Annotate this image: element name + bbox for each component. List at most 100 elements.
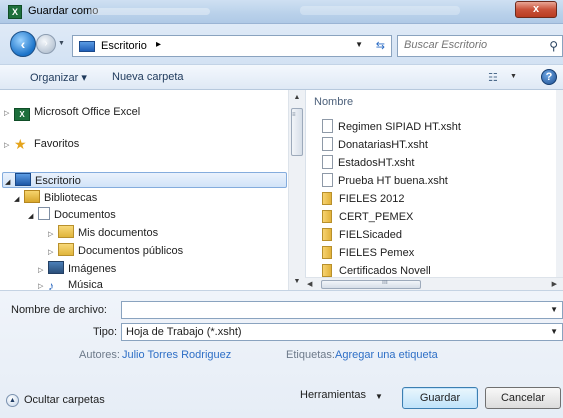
nav-item-desktop[interactable]: ◢ Escritorio	[2, 172, 287, 188]
list-item[interactable]: DonatariasHT.xsht	[322, 137, 428, 154]
organize-button[interactable]: Organizar ▾	[30, 71, 87, 84]
nav-item-images[interactable]: ▷ Imágenes	[38, 261, 116, 277]
nav-item-my-documents[interactable]: ▷ Mis documentos	[48, 225, 158, 241]
file-icon	[322, 155, 333, 169]
refresh-icon[interactable]: ⇆	[376, 39, 385, 52]
chevron-down-icon[interactable]: ▼	[550, 305, 558, 314]
list-item[interactable]: FIELES 2012	[322, 191, 404, 208]
filename-input[interactable]	[125, 303, 545, 315]
folder-icon	[322, 210, 332, 223]
file-icon	[322, 137, 333, 151]
collapse-arrow-icon[interactable]: ◢	[28, 209, 38, 225]
view-options-icon[interactable]: ☷	[488, 71, 498, 84]
chevron-down-icon[interactable]: ▼	[375, 392, 383, 401]
star-icon: ★	[14, 136, 27, 152]
folder-icon	[58, 243, 74, 256]
desktop-icon	[15, 173, 31, 186]
back-button[interactable]: ‹	[10, 31, 36, 57]
expand-arrow-icon[interactable]: ▷	[4, 138, 14, 154]
title-bar-blur	[90, 8, 210, 15]
scroll-up-icon[interactable]: ▲	[289, 90, 305, 106]
horizontal-scrollbar[interactable]: ◀ ııı ▶	[305, 277, 563, 290]
file-name: EstadosHT.xsht	[338, 157, 415, 169]
nav-item-libraries[interactable]: ◢ Bibliotecas	[14, 190, 97, 206]
search-input[interactable]	[404, 39, 534, 51]
folder-name: Certificados Novell	[339, 265, 431, 277]
collapse-up-icon[interactable]: ▲	[6, 394, 19, 407]
expand-arrow-icon[interactable]: ▷	[4, 106, 14, 122]
scroll-down-icon[interactable]: ▼	[289, 274, 305, 290]
file-pane: Nombre Regimen SIPIAD HT.xsht Donatarias…	[305, 90, 563, 277]
forward-button[interactable]: ›	[36, 34, 56, 54]
type-value: Hoja de Trabajo (*.xsht)	[126, 326, 242, 338]
file-pane-scrollbar[interactable]	[556, 90, 563, 277]
nav-item-label: Imágenes	[68, 263, 117, 275]
file-name: Prueba HT buena.xsht	[338, 175, 448, 187]
list-item[interactable]: FIELSicaded	[322, 227, 402, 244]
tags-label: Etiquetas:	[286, 349, 335, 361]
save-form: Nombre de archivo: ▼ Tipo: Hoja de Traba…	[0, 290, 563, 418]
folder-name: FIELSicaded	[339, 229, 402, 241]
scrollbar-thumb[interactable]: ııı	[321, 279, 421, 289]
folder-icon	[322, 246, 332, 259]
view-dropdown-icon[interactable]: ▼	[510, 73, 517, 80]
filename-field[interactable]: ▼	[121, 301, 563, 319]
folder-icon	[322, 192, 332, 205]
column-header-name[interactable]: Nombre	[314, 96, 353, 108]
window-title: Guardar como	[28, 5, 99, 17]
collapse-arrow-icon[interactable]: ◢	[5, 175, 15, 191]
file-icon	[322, 119, 333, 133]
type-select[interactable]: Hoja de Trabajo (*.xsht) ▼	[121, 323, 563, 341]
hide-folders-button[interactable]: Ocultar carpetas	[24, 394, 105, 406]
desktop-folder-icon	[79, 41, 95, 52]
filename-label: Nombre de archivo:	[11, 304, 107, 316]
folder-name: CERT_PEMEX	[339, 211, 414, 223]
nav-item-label: Documentos públicos	[78, 245, 184, 257]
list-item[interactable]: Prueba HT buena.xsht	[322, 173, 448, 190]
search-box[interactable]: ⚲	[397, 35, 563, 57]
folder-icon	[322, 228, 332, 241]
search-icon[interactable]: ⚲	[549, 39, 558, 53]
save-button[interactable]: Guardar	[402, 387, 478, 409]
nav-pane-scrollbar[interactable]: ▲ ≡ ▼	[288, 90, 305, 290]
authors-label: Autores:	[79, 349, 120, 361]
breadcrumb-separator[interactable]: ▸	[156, 39, 161, 50]
cancel-button[interactable]: Cancelar	[485, 387, 561, 409]
history-dropdown-icon[interactable]: ▼	[58, 40, 65, 47]
expand-arrow-icon[interactable]: ▷	[48, 245, 58, 261]
library-icon	[24, 190, 40, 203]
breadcrumb-escritorio[interactable]: Escritorio	[101, 40, 147, 52]
nav-item-favorites[interactable]: ▷ ★ Favoritos	[4, 136, 79, 152]
expand-arrow-icon[interactable]: ▷	[48, 227, 58, 243]
nav-item-label: Favoritos	[34, 138, 80, 150]
scrollbar-grip-icon: ııı	[382, 279, 388, 286]
folder-name: FIELES 2012	[339, 193, 405, 205]
list-item[interactable]: CERT_PEMEX	[322, 209, 413, 226]
help-icon[interactable]: ?	[541, 69, 557, 85]
nav-item-public-documents[interactable]: ▷ Documentos públicos	[48, 243, 183, 259]
address-bar[interactable]: Escritorio ▸ ▼ ⇆	[72, 35, 392, 57]
file-name: Regimen SIPIAD HT.xsht	[338, 121, 461, 133]
tags-link[interactable]: Agregar una etiqueta	[335, 349, 438, 361]
type-label: Tipo:	[93, 326, 118, 338]
document-icon	[38, 207, 50, 220]
address-dropdown-icon[interactable]: ▼	[355, 40, 363, 49]
list-item[interactable]: Regimen SIPIAD HT.xsht	[322, 119, 461, 136]
list-item[interactable]: EstadosHT.xsht	[322, 155, 414, 172]
list-item[interactable]: FIELES Pemex	[322, 245, 414, 262]
nav-item-excel[interactable]: ▷ X Microsoft Office Excel	[4, 104, 140, 122]
new-folder-button[interactable]: Nueva carpeta	[112, 71, 184, 83]
collapse-arrow-icon[interactable]: ◢	[14, 192, 24, 208]
images-icon	[48, 261, 64, 274]
authors-link[interactable]: Julio Torres Rodriguez	[122, 349, 231, 361]
excel-icon: X	[14, 108, 30, 121]
title-bar-blur	[300, 6, 460, 15]
file-icon	[322, 173, 333, 187]
nav-item-documents[interactable]: ◢ Documentos	[28, 207, 116, 223]
excel-icon: X	[8, 5, 22, 19]
scrollbar-grip-icon: ≡	[292, 112, 296, 118]
chevron-down-icon[interactable]: ▼	[550, 327, 558, 336]
tools-button[interactable]: Herramientas	[300, 389, 366, 401]
nav-item-label: Bibliotecas	[44, 192, 98, 204]
close-button[interactable]: x	[515, 1, 557, 18]
